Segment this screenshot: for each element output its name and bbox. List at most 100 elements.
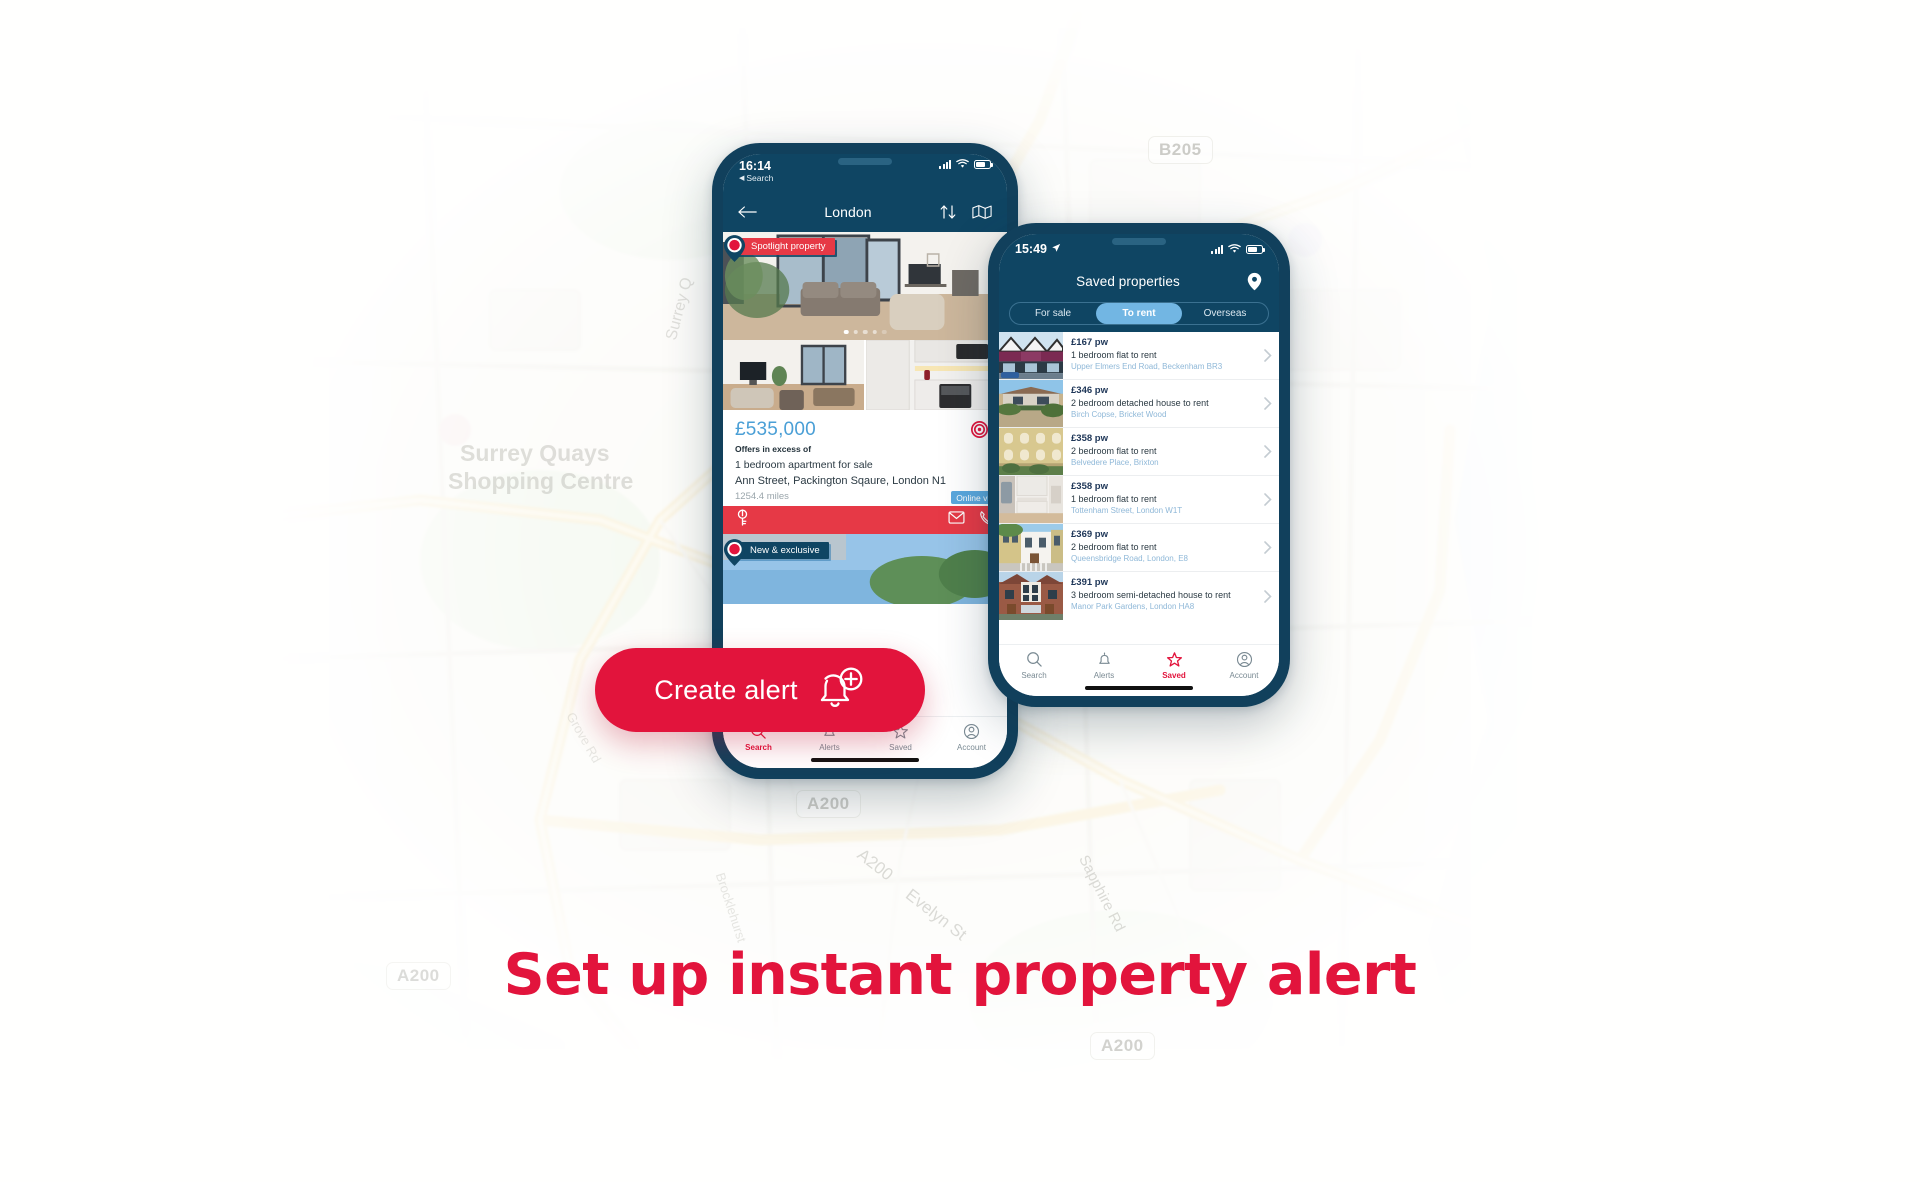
property-thumbnail — [999, 524, 1063, 571]
chevron-right-icon[interactable] — [1257, 476, 1279, 523]
page-title: Saved properties — [1076, 273, 1180, 289]
phone2-nav-bar: Saved properties — [999, 264, 1279, 298]
tab-account[interactable]: Account — [936, 723, 1007, 752]
property-thumbnail — [999, 476, 1063, 523]
tab-account-label: Account — [957, 743, 986, 752]
promo-stage: Surrey Quays Shopping Centre Surrey Q Ev… — [0, 0, 1920, 1182]
saved-property-row[interactable]: £391 pw 3 bedroom semi-detached house to… — [999, 572, 1279, 620]
bell-plus-icon — [820, 667, 863, 707]
property-summary: 2 bedroom flat to rent — [1071, 446, 1157, 456]
spotlight-badge-label: Spotlight property — [751, 241, 826, 252]
thumb-bungalow-driveway — [999, 380, 1063, 427]
chevron-right-icon[interactable] — [1257, 332, 1279, 379]
property-address: Manor Park Gardens, London HA8 — [1071, 602, 1195, 611]
thumb-white-townhouse — [999, 524, 1063, 571]
listing-price: £535,000 — [735, 419, 816, 440]
listing-thumbnail[interactable] — [866, 340, 1007, 410]
thumb-red-brick-semi — [999, 572, 1063, 620]
property-price: £358 pw — [1071, 433, 1108, 444]
saved-property-row[interactable]: £369 pw 2 bedroom flat to rent Queensbri… — [999, 524, 1279, 572]
listing-action-bar — [723, 506, 1007, 534]
map-pin-icon — [723, 235, 746, 262]
property-address: Belvedere Place, Brixton — [1071, 458, 1159, 467]
road-shield: B205 — [1148, 136, 1213, 164]
gallery-dots[interactable] — [843, 329, 887, 334]
tab-alerts-label: Alerts — [819, 743, 840, 752]
saved-property-row[interactable]: £358 pw 1 bedroom flat to rent Tottenham… — [999, 476, 1279, 524]
property-summary: 1 bedroom flat to rent — [1071, 494, 1157, 504]
phone1-notch — [838, 158, 892, 165]
phone2-clock: 15:49 — [1015, 242, 1047, 256]
bell-icon — [1098, 652, 1110, 664]
chevron-right-icon[interactable] — [1257, 572, 1279, 620]
key-icon[interactable] — [735, 509, 750, 531]
chevron-right-icon[interactable] — [1257, 428, 1279, 475]
property-address: Queensbridge Road, London, E8 — [1071, 554, 1188, 563]
back-label: Search — [746, 173, 774, 183]
page-title: London — [824, 204, 872, 220]
phone1-nav-bar: London — [723, 192, 1007, 232]
chevron-right-icon[interactable] — [1257, 524, 1279, 571]
property-thumbnail — [999, 572, 1063, 620]
sort-updown-icon[interactable] — [937, 201, 959, 223]
thumb-photo-lounge — [723, 340, 864, 410]
map-pin-icon — [723, 539, 746, 566]
tab-saved-label: Saved — [1162, 671, 1186, 680]
spotlight-badge: Spotlight property — [723, 235, 836, 262]
envelope-icon[interactable] — [948, 511, 965, 529]
saved-property-row[interactable]: £167 pw 1 bedroom flat to rent Upper Elm… — [999, 332, 1279, 380]
segment-for-sale[interactable]: For sale — [1010, 303, 1096, 324]
create-alert-button[interactable]: Create alert — [595, 648, 925, 732]
phone2-tab-bar: Search Alerts Saved Account — [999, 644, 1279, 696]
property-details: £391 pw 3 bedroom semi-detached house to… — [1063, 572, 1257, 620]
thumb-tudor-shopfront — [999, 332, 1063, 379]
home-indicator — [1085, 686, 1193, 690]
property-price: £167 pw — [1071, 337, 1108, 348]
listing-thumbnail[interactable] — [723, 340, 864, 410]
saved-property-row[interactable]: £358 pw 2 bedroom flat to rent Belvedere… — [999, 428, 1279, 476]
property-details: £358 pw 2 bedroom flat to rent Belvedere… — [1063, 428, 1257, 475]
map-icon[interactable] — [971, 201, 993, 223]
tab-saved[interactable]: Saved — [1139, 651, 1209, 680]
chevron-right-icon[interactable] — [1257, 380, 1279, 427]
tab-account[interactable]: Account — [1209, 651, 1279, 680]
phone2-status-bar: 15:49 — [999, 234, 1279, 264]
segment-to-rent[interactable]: To rent — [1096, 303, 1182, 324]
battery-icon — [1246, 244, 1265, 254]
segment-group[interactable]: For sale To rent Overseas — [1009, 302, 1269, 325]
arrow-left-icon[interactable] — [737, 201, 759, 223]
phone1-status-right — [939, 159, 993, 169]
property-price: £369 pw — [1071, 529, 1108, 540]
listing-thumbnail-row[interactable] — [723, 340, 1007, 410]
tab-alerts[interactable]: Alerts — [1069, 651, 1139, 680]
listing-price-qualifier: Offers in excess of — [735, 444, 812, 454]
property-price: £346 pw — [1071, 385, 1108, 396]
property-thumbnail — [999, 332, 1063, 379]
property-summary: 2 bedroom detached house to rent — [1071, 398, 1209, 408]
saved-segment-control[interactable]: For sale To rent Overseas — [999, 298, 1279, 332]
tab-search[interactable]: Search — [999, 651, 1069, 680]
tab-search-label: Search — [1021, 671, 1047, 680]
star-icon — [1166, 652, 1182, 667]
signal-bars-icon — [1211, 244, 1223, 254]
listing-hero-gallery[interactable]: Spotlight property — [723, 232, 1007, 340]
map-pin-icon[interactable] — [1243, 270, 1265, 292]
new-exclusive-label: New & exclusive — [750, 545, 820, 556]
battery-icon — [974, 159, 993, 169]
search-icon — [1026, 652, 1042, 667]
phone1-back-to-search[interactable]: ◀ Search — [739, 173, 773, 183]
signal-bars-icon — [939, 159, 951, 169]
phone1-clock: 16:14 — [739, 159, 771, 173]
location-arrow-icon — [1052, 243, 1061, 252]
segment-overseas[interactable]: Overseas — [1182, 303, 1268, 324]
phone1-status-bar: 16:14 ◀ Search — [723, 154, 1007, 192]
property-price: £391 pw — [1071, 577, 1108, 588]
saved-property-row[interactable]: £346 pw 2 bedroom detached house to rent… — [999, 380, 1279, 428]
listing-card-spotlight[interactable]: Spotlight property £535,000 Offers in ex… — [723, 232, 1007, 604]
property-thumbnail — [999, 428, 1063, 475]
listing-card-next[interactable]: New & exclusive — [723, 534, 1007, 604]
road-shield: A200 — [796, 790, 861, 818]
account-icon — [1236, 651, 1252, 668]
home-indicator — [811, 758, 919, 762]
wifi-icon — [956, 159, 969, 168]
